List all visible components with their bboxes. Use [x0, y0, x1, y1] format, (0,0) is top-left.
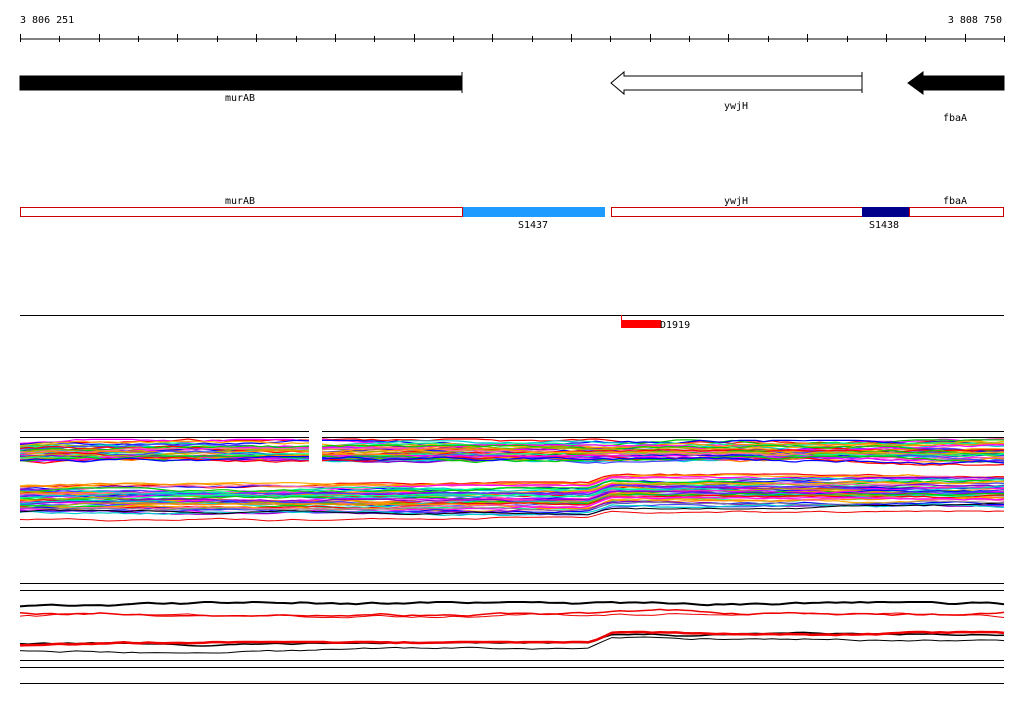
ruler-end-label: 3 808 750: [948, 15, 1002, 26]
ruler-start-label: 3 806 251: [20, 15, 74, 26]
gene-arrow-ywjH[interactable]: [610, 70, 863, 96]
segment-box-label-fbaA: fbaA: [943, 196, 967, 207]
segment-box-murAB[interactable]: [20, 207, 463, 217]
segment-box-label-ywjH: ywjH: [724, 196, 748, 207]
segment-feature-S1437[interactable]: [463, 207, 605, 217]
gene-label-murAB: murAB: [225, 93, 255, 104]
segment-box-label-murAB: murAB: [225, 196, 255, 207]
summary-profile-line: [19, 636, 1005, 654]
segment-feature-label-S1437: S1437: [518, 220, 548, 231]
segment-feature-S1438[interactable]: [862, 207, 909, 217]
segment-feature-label-S1438: S1438: [869, 220, 899, 231]
summary-profile-line: [19, 600, 1005, 608]
segment-box-ywjH[interactable]: [611, 207, 863, 217]
segment-track: murAB S1437 ywjH S1438 fbaA: [20, 196, 1004, 231]
antisense-feature-label-D1919: D1919: [660, 320, 690, 331]
gene-label-ywjH: ywjH: [724, 101, 748, 112]
gene-label-fbaA: fbaA: [943, 113, 967, 124]
gene-arrow-fbaA[interactable]: [907, 71, 1005, 95]
expression-profile-track: [19, 428, 1005, 528]
summary-profile-line: [19, 630, 1005, 647]
antisense-track: D1919: [20, 315, 1004, 331]
expression-profile-line: [19, 510, 1005, 522]
gene-track: murAB ywjH fbaA: [19, 70, 1005, 124]
expression-summary-track: [19, 583, 1005, 684]
genome-browser: 3 806 251 3 808 750 murAB ywjH fbaA murA…: [19, 15, 1005, 684]
coordinate-ruler: 3 806 251 3 808 750: [20, 15, 1005, 42]
ruler-ticks: [20, 34, 1005, 42]
antisense-feature-D1919[interactable]: [621, 320, 661, 328]
gene-arrow-murAB[interactable]: [19, 75, 463, 91]
segment-box-fbaA[interactable]: [909, 207, 1004, 217]
expression-gap: [309, 428, 322, 466]
